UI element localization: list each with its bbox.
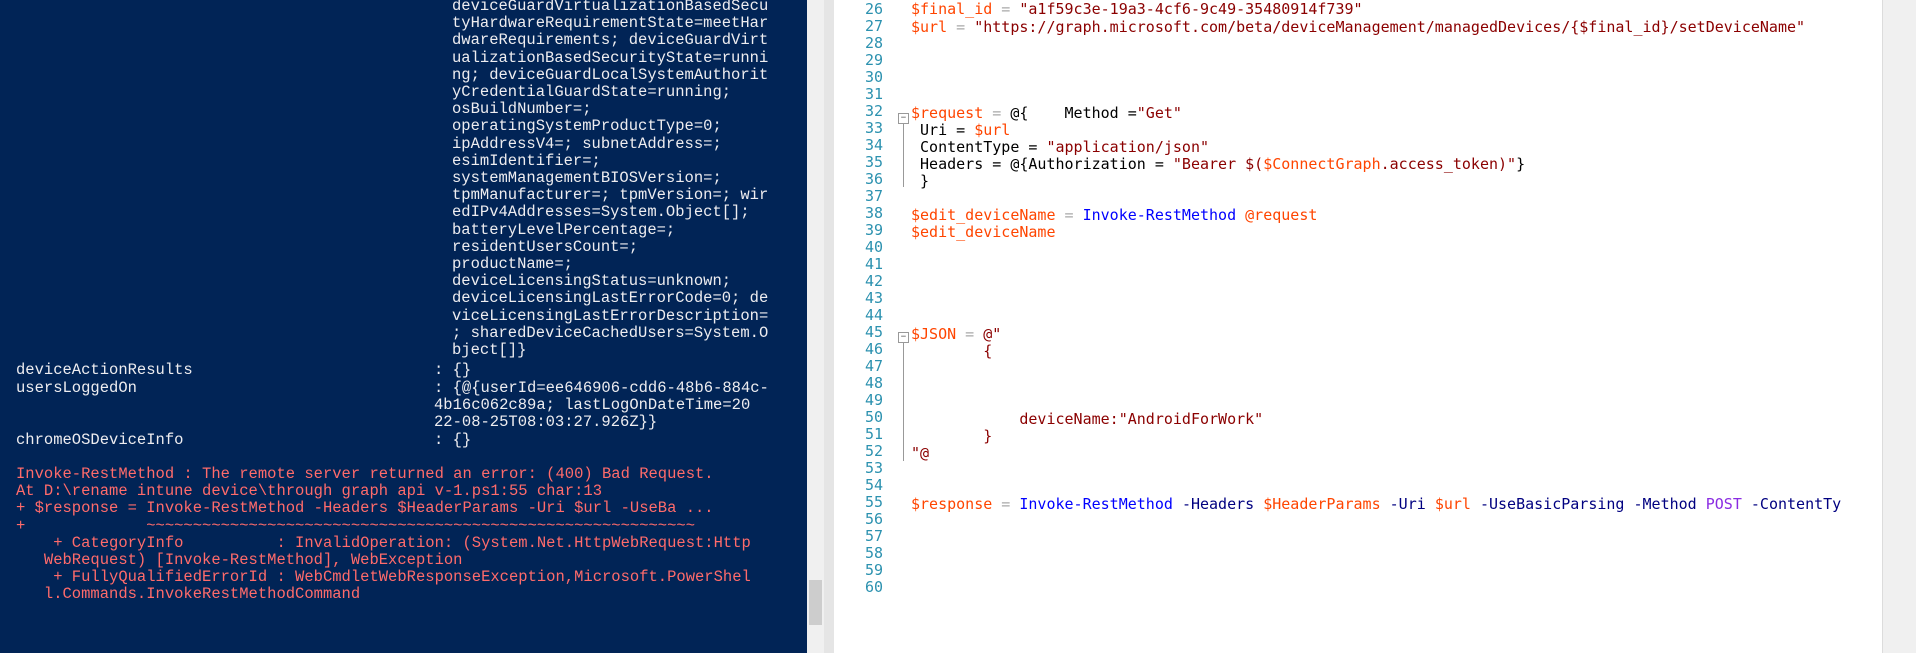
line-number: 35 [864,153,883,171]
console-output-line: batteryLevelPercentage=; [452,220,676,239]
console-output-line: edIPv4Addresses=System.Object[]; [452,203,750,222]
line-number: 49 [864,391,883,409]
line-number: 42 [864,272,883,290]
console-pane[interactable]: deviceGuardVirtualizationBasedSecu tyHard… [0,0,807,653]
console-output-line: yCredentialGuardState=running; [452,83,732,101]
console-output-line: osBuildNumber=; [452,100,592,119]
line-number: 58 [864,544,883,562]
script-editor[interactable]: 26 27 28 29 30 31 32 33 34 35 36 37 38 39 40 41 42 43 44 45… [834,0,1882,653]
console-property-value: : {} [434,361,472,379]
line-number: 28 [864,34,883,52]
line-number: 44 [864,306,883,324]
line-number: 43 [864,289,883,307]
console-property-name: usersLoggedOn [16,379,137,397]
console-scrollbar[interactable] [807,0,824,653]
console-output-line: operatingSystemProductType=0; [452,117,722,136]
console-property-name: chromeOSDeviceInfo [16,431,184,449]
console-output-line: productName=; [452,255,573,273]
line-number: 32 [864,102,883,120]
console-output-line: tyHardwareRequirementState=meetHar [452,14,769,33]
code-line-35[interactable]: Headers = @{Authorization = "Bearer $($C… [911,156,1525,173]
console-output-line: deviceLicensingStatus=unknown; [452,272,732,291]
console-property-value: 4b16c062c89a; lastLogOnDateTime=20 [434,396,751,414]
console-output-line: deviceGuardVirtualizationBasedSecu [452,0,769,15]
console-output-line: systemManagementBIOSVersion=; [452,169,722,187]
line-number: 51 [864,425,883,443]
console-output-line: ualizationBasedSecurityState=runni [452,48,769,67]
console-property-value: : {} [434,431,472,449]
console-error-line: + ~~~~~~~~~~~~~~~~~~~~~~~~~~~~~~~~~~~~~~… [16,516,696,535]
code-line-34[interactable]: ContentType = "application/json" [911,139,1209,156]
code-line-38[interactable]: $edit_deviceName = Invoke-RestMethod @re… [911,207,1317,224]
pane-splitter[interactable] [824,0,834,653]
line-number: 29 [864,51,883,69]
code-line-55[interactable]: $response = Invoke-RestMethod -Headers $… [911,496,1841,513]
console-error-line: Invoke-RestMethod : The remote server re… [16,465,714,483]
console-output-line: residentUsersCount=; [452,237,639,256]
console-error-line: l.Commands.InvokeRestMethodCommand [16,585,361,604]
console-output-line: viceLicensingLastErrorDescription= [452,306,769,325]
console-output-line: ; sharedDeviceCachedUsers=System.O [452,323,769,342]
line-number: 38 [864,204,883,222]
code-line-36[interactable]: } [911,173,929,190]
line-number: 45 [864,323,883,341]
console-error-line: + CategoryInfo : InvalidOperation: (Syst… [16,533,751,552]
console-error-line: + $response = Invoke-RestMethod -Headers… [16,499,714,518]
fold-toggle-icon[interactable]: − [898,332,909,343]
editor-scrollbar[interactable] [1882,0,1916,653]
console-output-line: esimIdentifier=; [452,151,601,170]
console-error-line: WebRequest) [Invoke-RestMethod], WebExce… [16,551,463,569]
line-number: 33 [864,119,883,137]
line-number: 30 [864,68,883,86]
line-number: 46 [864,340,883,358]
line-number: 34 [864,136,883,154]
line-number: 27 [864,17,883,35]
line-number: 39 [864,221,883,239]
line-number: 26 [864,0,883,18]
code-line-45[interactable]: $JSON = @" [911,326,1001,343]
line-number: 41 [864,255,883,273]
line-number: 36 [864,170,883,188]
code-line-52[interactable]: "@ [911,445,929,462]
line-number: 54 [864,476,883,494]
line-number: 52 [864,442,883,460]
code-line-27[interactable]: $url = "https://graph.microsoft.com/beta… [911,19,1805,36]
code-line-46[interactable]: { [911,343,992,360]
console-output-line: bject[]} [452,341,527,359]
console-output-line: ipAddressV4=; subnetAddress=; [452,134,722,153]
line-number: 47 [864,357,883,375]
console-error-line: At D:\rename intune device\through graph… [16,482,602,501]
console-scrollbar-thumb[interactable] [809,580,822,625]
line-number: 40 [864,238,883,256]
line-number: 50 [864,408,883,426]
console-output-line: deviceLicensingLastErrorCode=0; de [452,289,769,308]
code-line-50[interactable]: deviceName:"AndroidForWork" [911,411,1263,428]
line-number: 31 [864,85,883,103]
console-output-line: ng; deviceGuardLocalSystemAuthorit [452,65,769,84]
line-number: 53 [864,459,883,477]
console-property-name: deviceActionResults [16,361,193,379]
console-output-line: tpmManufacturer=; tpmVersion=; wir [452,186,769,205]
line-number: 55 [864,493,883,511]
line-number: 56 [864,510,883,528]
line-number: 59 [864,561,883,579]
line-number: 60 [864,578,883,596]
line-number: 48 [864,374,883,392]
line-number: 37 [864,187,883,205]
code-line-33[interactable]: Uri = $url [911,122,1010,139]
console-error-line: + FullyQualifiedErrorId : WebCmdletWebRe… [16,568,751,587]
code-line-32[interactable]: $request = @{ Method ="Get" [911,105,1182,122]
line-number: 57 [864,527,883,545]
code-line-51[interactable]: } [911,428,992,445]
fold-guide [903,124,904,187]
fold-guide [903,343,904,461]
fold-toggle-icon[interactable]: − [898,113,909,124]
console-property-value: 22-08-25T08:03:27.926Z}} [434,413,658,431]
code-line-39[interactable]: $edit_deviceName [911,224,1056,241]
console-output-line: dwareRequirements; deviceGuardVirt [452,31,769,50]
code-line-26[interactable]: $final_id = "a1f59c3e-19a3-4cf6-9c49-354… [911,1,1363,18]
console-property-value: : {@{userId=ee646906-cdd6-48b6-884c- [434,379,769,397]
